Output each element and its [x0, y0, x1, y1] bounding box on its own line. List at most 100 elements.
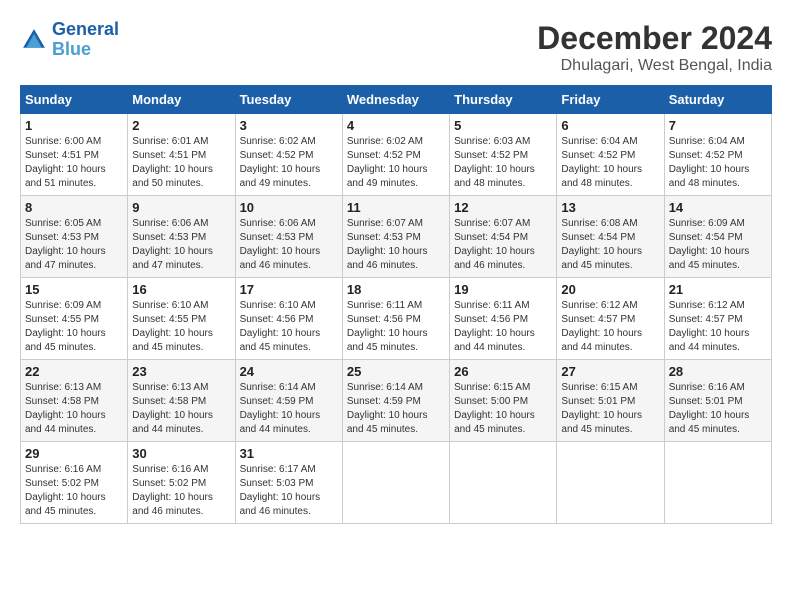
day-info: Sunrise: 6:10 AMSunset: 4:55 PMDaylight:… [132, 300, 213, 353]
day-info: Sunrise: 6:06 AMSunset: 4:53 PMDaylight:… [132, 218, 213, 271]
day-info: Sunrise: 6:02 AMSunset: 4:52 PMDaylight:… [347, 136, 428, 189]
day-number: 14 [669, 200, 767, 215]
table-row: 20 Sunrise: 6:12 AMSunset: 4:57 PMDaylig… [557, 278, 664, 360]
day-info: Sunrise: 6:03 AMSunset: 4:52 PMDaylight:… [454, 136, 535, 189]
logo: General Blue [20, 20, 119, 60]
table-row: 18 Sunrise: 6:11 AMSunset: 4:56 PMDaylig… [342, 278, 449, 360]
day-number: 3 [240, 118, 338, 133]
day-info: Sunrise: 6:15 AMSunset: 5:00 PMDaylight:… [454, 382, 535, 435]
day-number: 18 [347, 282, 445, 297]
logo-icon [20, 26, 48, 54]
table-row [557, 442, 664, 524]
table-row: 21 Sunrise: 6:12 AMSunset: 4:57 PMDaylig… [664, 278, 771, 360]
day-info: Sunrise: 6:14 AMSunset: 4:59 PMDaylight:… [347, 382, 428, 435]
day-number: 15 [25, 282, 123, 297]
table-row: 10 Sunrise: 6:06 AMSunset: 4:53 PMDaylig… [235, 196, 342, 278]
calendar-row: 15 Sunrise: 6:09 AMSunset: 4:55 PMDaylig… [21, 278, 772, 360]
title-block: December 2024 Dhulagari, West Bengal, In… [537, 20, 772, 75]
day-number: 25 [347, 364, 445, 379]
day-info: Sunrise: 6:04 AMSunset: 4:52 PMDaylight:… [561, 136, 642, 189]
table-row: 8 Sunrise: 6:05 AMSunset: 4:53 PMDayligh… [21, 196, 128, 278]
col-tuesday: Tuesday [235, 86, 342, 114]
day-info: Sunrise: 6:17 AMSunset: 5:03 PMDaylight:… [240, 464, 321, 517]
table-row: 5 Sunrise: 6:03 AMSunset: 4:52 PMDayligh… [450, 114, 557, 196]
day-number: 19 [454, 282, 552, 297]
day-info: Sunrise: 6:10 AMSunset: 4:56 PMDaylight:… [240, 300, 321, 353]
day-number: 6 [561, 118, 659, 133]
table-row: 7 Sunrise: 6:04 AMSunset: 4:52 PMDayligh… [664, 114, 771, 196]
day-number: 5 [454, 118, 552, 133]
day-number: 7 [669, 118, 767, 133]
day-info: Sunrise: 6:00 AMSunset: 4:51 PMDaylight:… [25, 136, 106, 189]
table-row [342, 442, 449, 524]
table-row [664, 442, 771, 524]
table-row: 3 Sunrise: 6:02 AMSunset: 4:52 PMDayligh… [235, 114, 342, 196]
day-info: Sunrise: 6:12 AMSunset: 4:57 PMDaylight:… [669, 300, 750, 353]
page-header: General Blue December 2024 Dhulagari, We… [20, 20, 772, 75]
day-info: Sunrise: 6:09 AMSunset: 4:55 PMDaylight:… [25, 300, 106, 353]
table-row: 17 Sunrise: 6:10 AMSunset: 4:56 PMDaylig… [235, 278, 342, 360]
day-number: 27 [561, 364, 659, 379]
day-number: 4 [347, 118, 445, 133]
day-info: Sunrise: 6:11 AMSunset: 4:56 PMDaylight:… [347, 300, 428, 353]
calendar-row: 8 Sunrise: 6:05 AMSunset: 4:53 PMDayligh… [21, 196, 772, 278]
table-row: 27 Sunrise: 6:15 AMSunset: 5:01 PMDaylig… [557, 360, 664, 442]
table-row: 23 Sunrise: 6:13 AMSunset: 4:58 PMDaylig… [128, 360, 235, 442]
calendar-row: 1 Sunrise: 6:00 AMSunset: 4:51 PMDayligh… [21, 114, 772, 196]
table-row: 2 Sunrise: 6:01 AMSunset: 4:51 PMDayligh… [128, 114, 235, 196]
location: Dhulagari, West Bengal, India [537, 57, 772, 75]
day-info: Sunrise: 6:02 AMSunset: 4:52 PMDaylight:… [240, 136, 321, 189]
day-info: Sunrise: 6:01 AMSunset: 4:51 PMDaylight:… [132, 136, 213, 189]
calendar-header-row: Sunday Monday Tuesday Wednesday Thursday… [21, 86, 772, 114]
day-number: 29 [25, 446, 123, 461]
col-sunday: Sunday [21, 86, 128, 114]
day-number: 23 [132, 364, 230, 379]
day-number: 13 [561, 200, 659, 215]
day-info: Sunrise: 6:08 AMSunset: 4:54 PMDaylight:… [561, 218, 642, 271]
day-number: 16 [132, 282, 230, 297]
col-wednesday: Wednesday [342, 86, 449, 114]
day-number: 30 [132, 446, 230, 461]
table-row: 13 Sunrise: 6:08 AMSunset: 4:54 PMDaylig… [557, 196, 664, 278]
col-friday: Friday [557, 86, 664, 114]
calendar-body: 1 Sunrise: 6:00 AMSunset: 4:51 PMDayligh… [21, 114, 772, 524]
day-info: Sunrise: 6:13 AMSunset: 4:58 PMDaylight:… [132, 382, 213, 435]
day-info: Sunrise: 6:14 AMSunset: 4:59 PMDaylight:… [240, 382, 321, 435]
col-thursday: Thursday [450, 86, 557, 114]
calendar-table: Sunday Monday Tuesday Wednesday Thursday… [20, 85, 772, 524]
table-row: 22 Sunrise: 6:13 AMSunset: 4:58 PMDaylig… [21, 360, 128, 442]
day-info: Sunrise: 6:07 AMSunset: 4:54 PMDaylight:… [454, 218, 535, 271]
day-info: Sunrise: 6:05 AMSunset: 4:53 PMDaylight:… [25, 218, 106, 271]
day-number: 2 [132, 118, 230, 133]
table-row: 11 Sunrise: 6:07 AMSunset: 4:53 PMDaylig… [342, 196, 449, 278]
table-row: 12 Sunrise: 6:07 AMSunset: 4:54 PMDaylig… [450, 196, 557, 278]
table-row: 4 Sunrise: 6:02 AMSunset: 4:52 PMDayligh… [342, 114, 449, 196]
day-number: 26 [454, 364, 552, 379]
logo-line2: Blue [52, 39, 91, 59]
day-number: 24 [240, 364, 338, 379]
day-info: Sunrise: 6:12 AMSunset: 4:57 PMDaylight:… [561, 300, 642, 353]
day-number: 22 [25, 364, 123, 379]
day-info: Sunrise: 6:13 AMSunset: 4:58 PMDaylight:… [25, 382, 106, 435]
table-row: 16 Sunrise: 6:10 AMSunset: 4:55 PMDaylig… [128, 278, 235, 360]
day-number: 31 [240, 446, 338, 461]
logo-text: General Blue [52, 20, 119, 60]
table-row: 31 Sunrise: 6:17 AMSunset: 5:03 PMDaylig… [235, 442, 342, 524]
table-row [450, 442, 557, 524]
table-row: 9 Sunrise: 6:06 AMSunset: 4:53 PMDayligh… [128, 196, 235, 278]
table-row: 28 Sunrise: 6:16 AMSunset: 5:01 PMDaylig… [664, 360, 771, 442]
col-monday: Monday [128, 86, 235, 114]
day-info: Sunrise: 6:16 AMSunset: 5:02 PMDaylight:… [25, 464, 106, 517]
table-row: 24 Sunrise: 6:14 AMSunset: 4:59 PMDaylig… [235, 360, 342, 442]
col-saturday: Saturday [664, 86, 771, 114]
table-row: 1 Sunrise: 6:00 AMSunset: 4:51 PMDayligh… [21, 114, 128, 196]
calendar-row: 29 Sunrise: 6:16 AMSunset: 5:02 PMDaylig… [21, 442, 772, 524]
day-number: 8 [25, 200, 123, 215]
day-info: Sunrise: 6:04 AMSunset: 4:52 PMDaylight:… [669, 136, 750, 189]
day-info: Sunrise: 6:15 AMSunset: 5:01 PMDaylight:… [561, 382, 642, 435]
table-row: 15 Sunrise: 6:09 AMSunset: 4:55 PMDaylig… [21, 278, 128, 360]
day-number: 1 [25, 118, 123, 133]
day-info: Sunrise: 6:11 AMSunset: 4:56 PMDaylight:… [454, 300, 535, 353]
day-info: Sunrise: 6:16 AMSunset: 5:02 PMDaylight:… [132, 464, 213, 517]
calendar-row: 22 Sunrise: 6:13 AMSunset: 4:58 PMDaylig… [21, 360, 772, 442]
